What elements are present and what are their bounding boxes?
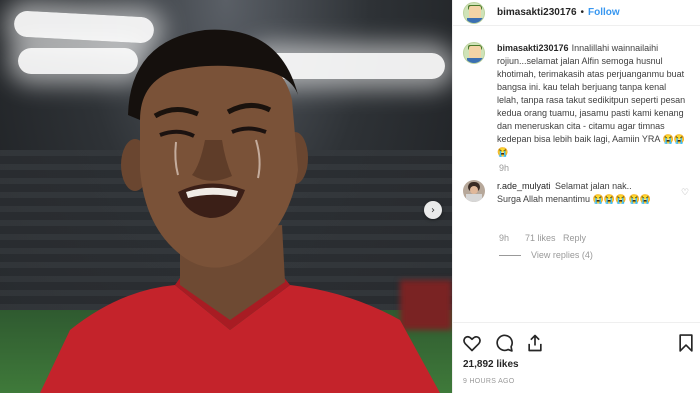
- post-timestamp: 9 HOURS AGO: [463, 378, 515, 385]
- avatar[interactable]: [463, 180, 485, 202]
- header-username[interactable]: bimasakti230176: [497, 7, 577, 18]
- heart-icon[interactable]: [462, 333, 482, 353]
- caption-username[interactable]: bimasakti230176: [497, 43, 569, 53]
- reply-button[interactable]: Reply: [563, 233, 586, 243]
- chevron-right-icon[interactable]: ›: [424, 201, 442, 219]
- caption-timestamp: 9h: [499, 163, 510, 173]
- view-replies-label: View replies (4): [531, 250, 593, 260]
- comment-meta: 9h 71 likes Reply: [499, 233, 586, 243]
- comment-username[interactable]: r.ade_mulyati: [497, 181, 551, 191]
- crying-player: [40, 29, 440, 393]
- comment-timestamp: 9h: [499, 233, 510, 243]
- post-header: bimasakti230176 • Follow: [453, 0, 700, 26]
- caption-text: bimasakti230176 Innalillahi wainnailaihi …: [497, 42, 687, 159]
- comment-text: r.ade_mulyati Selamat jalan nak.. Surga …: [497, 180, 657, 206]
- post-photo: ›: [0, 0, 452, 393]
- avatar[interactable]: [463, 42, 485, 64]
- like-count[interactable]: 21,892 likes: [463, 359, 519, 370]
- caption-body: Innalillahi wainnailaihi rojiun...selama…: [497, 43, 686, 157]
- bookmark-icon[interactable]: [676, 333, 696, 353]
- caption: bimasakti230176 Innalillahi wainnailaihi …: [453, 42, 700, 159]
- view-replies-button[interactable]: View replies (4): [499, 250, 593, 260]
- comment-likes[interactable]: 71 likes: [525, 233, 563, 243]
- action-bar: 21,892 likes 9 HOURS AGO: [453, 322, 700, 393]
- follow-button[interactable]: Follow: [588, 7, 620, 18]
- divider: [499, 254, 521, 256]
- separator-dot: •: [580, 7, 585, 18]
- share-icon[interactable]: [525, 333, 545, 353]
- avatar[interactable]: [463, 1, 485, 24]
- post-sidebar: bimasakti230176 • Follow bimasakti230176…: [452, 0, 700, 393]
- comment-icon[interactable]: [494, 333, 514, 353]
- comment-item: r.ade_mulyati Selamat jalan nak.. Surga …: [463, 180, 693, 206]
- comment-like-icon[interactable]: ♡: [681, 188, 689, 198]
- comments-section: bimasakti230176 Innalillahi wainnailaihi …: [453, 42, 700, 159]
